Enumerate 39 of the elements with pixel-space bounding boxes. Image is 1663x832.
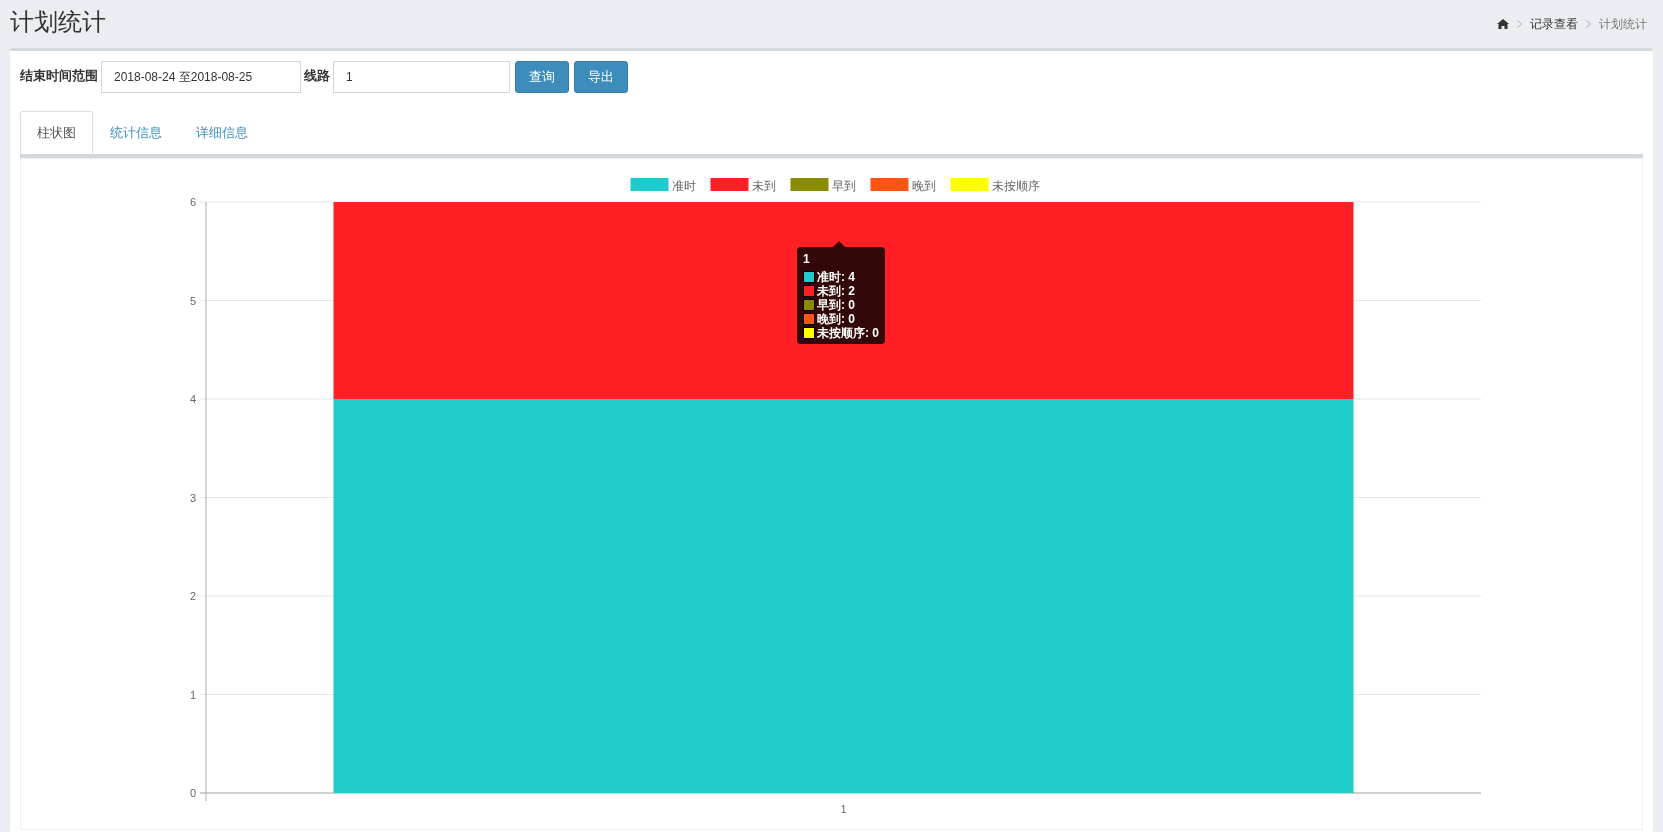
y-tick-label: 3 xyxy=(189,491,196,504)
date-range-label: 结束时间范围 xyxy=(20,67,98,85)
legend-swatch[interactable] xyxy=(790,178,829,191)
legend-label[interactable]: 未到 xyxy=(751,179,776,193)
legend-label[interactable]: 未按顺序 xyxy=(991,179,1040,193)
tooltip-item: 晚到: 0 xyxy=(817,312,855,326)
tab[interactable]: 统计信息 xyxy=(93,111,179,154)
y-tick-label: 5 xyxy=(189,294,196,307)
tooltip-title: 1 xyxy=(803,252,811,266)
legend-swatch[interactable] xyxy=(950,178,989,191)
breadcrumb-link[interactable]: 记录查看 xyxy=(1530,15,1578,33)
y-tick-label: 6 xyxy=(189,196,196,208)
chevron-right-icon xyxy=(1517,20,1522,28)
tooltip-item: 准时: 4 xyxy=(817,270,855,284)
home-icon[interactable] xyxy=(1497,19,1509,29)
tab[interactable]: 详细信息 xyxy=(179,111,265,154)
legend-label[interactable]: 准时 xyxy=(671,179,696,193)
legend-label[interactable]: 早到 xyxy=(831,179,856,193)
route-label: 线路 xyxy=(304,67,330,85)
date-range-field[interactable]: 2018-08-24 至2018-08-25 xyxy=(101,61,301,93)
legend-swatch[interactable] xyxy=(870,178,909,191)
y-tick-label: 4 xyxy=(189,393,196,405)
page-title: 计划统计 xyxy=(10,7,106,37)
legend-label[interactable]: 晚到 xyxy=(911,179,936,193)
tab[interactable]: 柱状图 xyxy=(20,111,93,154)
tooltip-item: 早到: 0 xyxy=(817,298,855,312)
y-tick-label: 0 xyxy=(189,787,196,799)
y-tick-label: 1 xyxy=(189,688,196,701)
route-field[interactable]: 1 xyxy=(333,61,510,93)
tooltip-item: 未按顺序: 0 xyxy=(817,326,879,340)
export-button[interactable]: 导出 xyxy=(574,61,628,93)
x-tick-label: 1 xyxy=(840,803,847,815)
tooltip-item: 未到: 2 xyxy=(817,284,855,298)
y-tick-label: 2 xyxy=(189,590,196,602)
legend-swatch[interactable] xyxy=(630,178,669,191)
bar[interactable] xyxy=(333,202,1354,399)
query-button[interactable]: 查询 xyxy=(515,61,569,93)
legend-swatch[interactable] xyxy=(710,178,749,191)
chevron-right-icon xyxy=(1586,20,1591,28)
